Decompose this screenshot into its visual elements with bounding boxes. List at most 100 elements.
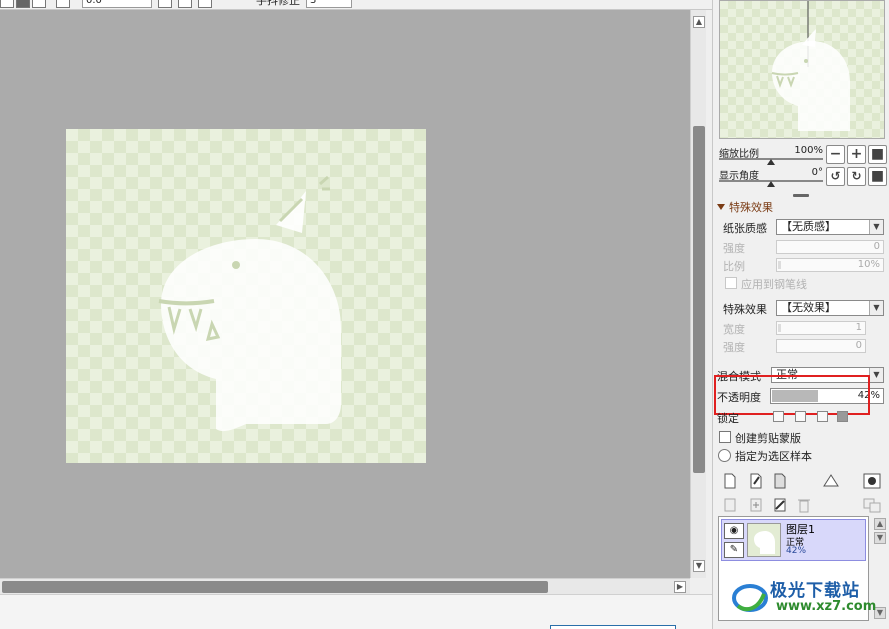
effect-strength-label: 强度	[723, 341, 745, 354]
zoom-slider-knob[interactable]	[767, 159, 775, 165]
delete-layer-icon[interactable]	[797, 497, 811, 513]
new-layer-icon[interactable]	[723, 473, 737, 489]
blend-mode-select[interactable]: 正常 ▼	[771, 367, 884, 383]
layer-mask-icon[interactable]	[863, 473, 881, 489]
chevron-down-icon: ▼	[869, 301, 883, 315]
monster-drawing	[158, 175, 341, 432]
merge-down-icon[interactable]	[723, 497, 737, 513]
opacity-label: 不透明度	[717, 391, 761, 404]
zoom-reset-button[interactable]	[32, 0, 46, 8]
horizontal-scroll-thumb[interactable]	[2, 581, 548, 593]
zoom-fit-button[interactable]	[56, 0, 70, 8]
watermark: 极光下载站 www.xz7.com	[732, 574, 882, 622]
canvas[interactable]	[66, 129, 426, 463]
watermark-url: www.xz7.com	[776, 599, 877, 614]
new-pen-layer-icon[interactable]	[749, 473, 763, 489]
texture-strength-label: 强度	[723, 242, 745, 255]
zoom-slider[interactable]: 缩放比例 100%	[719, 145, 823, 167]
effect-width-value: 1	[855, 322, 862, 333]
scroll-down-button[interactable]: ▼	[693, 560, 705, 572]
apply-to-pen-label: 应用到钢笔线	[741, 278, 807, 291]
layer-thumbnail-image	[754, 531, 775, 554]
canvas-horizontal-scrollbar[interactable]: ▶	[0, 578, 690, 594]
opacity-slider-fill	[772, 390, 818, 402]
effect-strength-field[interactable]: 0	[776, 339, 866, 353]
effect-value: 【无效果】	[781, 301, 836, 314]
opacity-value: 42%	[857, 390, 880, 401]
status-bar	[0, 594, 712, 629]
layer-thumbnail	[747, 523, 781, 557]
clipping-mask-checkbox[interactable]	[719, 431, 731, 443]
vertical-scroll-thumb[interactable]	[693, 126, 705, 473]
rotate-reset-panel-button[interactable]: ■	[868, 167, 887, 186]
effect-width-field[interactable]: 1	[776, 321, 866, 335]
panel-splitter-handle[interactable]	[793, 194, 809, 197]
scroll-right-button[interactable]: ▶	[674, 581, 686, 593]
top-toolbar: 0.0 手抖修正 3	[0, 0, 712, 10]
stabilizer-label: 手抖修正	[256, 0, 300, 7]
status-field[interactable]	[550, 625, 676, 629]
special-effects-header[interactable]: 特殊效果	[717, 199, 773, 215]
zoom-minus-button[interactable]: −	[826, 145, 845, 164]
paper-texture-label: 纸张质感	[723, 222, 767, 235]
zoom-reset-panel-button[interactable]: ■	[868, 145, 887, 164]
layer-item[interactable]: ◉ ✎ 图层1 正常 42%	[721, 519, 866, 561]
rotate-right-button[interactable]	[178, 0, 192, 8]
right-panel: 缩放比例 100% − + ■ 显示角度 0° ↺ ↻ ■ 特殊效果 纸张质感 …	[712, 0, 889, 629]
watermark-logo-icon	[732, 584, 768, 612]
texture-scale-field[interactable]: 10%	[776, 258, 884, 272]
visibility-eye-icon[interactable]: ◉	[724, 523, 744, 539]
layer-scroll-down-button[interactable]: ▼	[874, 532, 886, 544]
lock-move-icon[interactable]	[817, 411, 828, 422]
selection-source-radio[interactable]	[718, 449, 731, 462]
texture-strength-field[interactable]: 0	[776, 240, 884, 254]
layer-property-icon[interactable]	[863, 497, 881, 513]
scroll-up-button[interactable]: ▲	[693, 16, 705, 28]
watermark-text: 极光下载站	[770, 581, 860, 601]
texture-scale-value: 10%	[857, 259, 880, 270]
navigator-thumbnail	[771, 1, 850, 131]
texture-scale-label: 比例	[723, 260, 745, 273]
opacity-slider[interactable]: 42%	[770, 388, 884, 404]
rotate-ccw-button[interactable]: ↺	[826, 167, 845, 186]
flip-arrow-icon[interactable]	[230, 0, 244, 8]
stabilizer-select[interactable]: 3	[306, 0, 352, 8]
clear-layer-icon[interactable]	[773, 497, 787, 513]
app-window: 0.0 手抖修正 3 ▲ ▼ ▶ ▲	[0, 0, 889, 629]
lock-transparency-icon[interactable]	[773, 411, 784, 422]
layer-scroll-up-button[interactable]: ▲	[874, 518, 886, 530]
effect-width-label: 宽度	[723, 323, 745, 336]
canvas-viewport[interactable]	[0, 10, 690, 578]
new-folder-icon[interactable]	[773, 473, 787, 489]
layer-effect-icon[interactable]	[821, 473, 841, 489]
rotate-left-button[interactable]	[158, 0, 172, 8]
paper-texture-value: 【无质感】	[781, 220, 836, 233]
layer-toolbar	[713, 467, 889, 517]
zoom-out-button[interactable]	[0, 0, 14, 8]
zoom-field[interactable]: 0.0	[82, 0, 152, 8]
copy-layer-icon[interactable]	[749, 497, 763, 513]
apply-to-pen-checkbox[interactable]	[725, 277, 737, 289]
rotate-cw-button[interactable]: ↻	[847, 167, 866, 186]
angle-value: 0°	[811, 167, 823, 178]
edit-pen-icon[interactable]: ✎	[724, 542, 744, 558]
collapse-triangle-icon	[717, 204, 725, 210]
canvas-vertical-scrollbar[interactable]: ▲ ▼	[690, 10, 706, 578]
blend-mode-value: 正常	[776, 368, 798, 381]
lock-all-icon[interactable]	[837, 411, 848, 422]
effect-select[interactable]: 【无效果】 ▼	[776, 300, 884, 316]
clipping-mask-label: 创建剪贴蒙版	[735, 432, 801, 445]
effect-label: 特殊效果	[723, 303, 767, 316]
lock-label: 锁定	[717, 412, 739, 425]
zoom-value: 100%	[794, 145, 823, 156]
lock-paint-icon[interactable]	[795, 411, 806, 422]
zoom-in-button[interactable]	[16, 0, 30, 8]
selection-source-label: 指定为选区样本	[735, 450, 812, 463]
angle-slider-knob[interactable]	[767, 181, 775, 187]
zoom-plus-button[interactable]: +	[847, 145, 866, 164]
rotate-reset-button[interactable]	[198, 0, 212, 8]
chevron-down-icon: ▼	[869, 368, 883, 382]
navigator-preview[interactable]	[719, 0, 885, 139]
angle-slider[interactable]: 显示角度 0°	[719, 167, 823, 189]
paper-texture-select[interactable]: 【无质感】 ▼	[776, 219, 884, 235]
